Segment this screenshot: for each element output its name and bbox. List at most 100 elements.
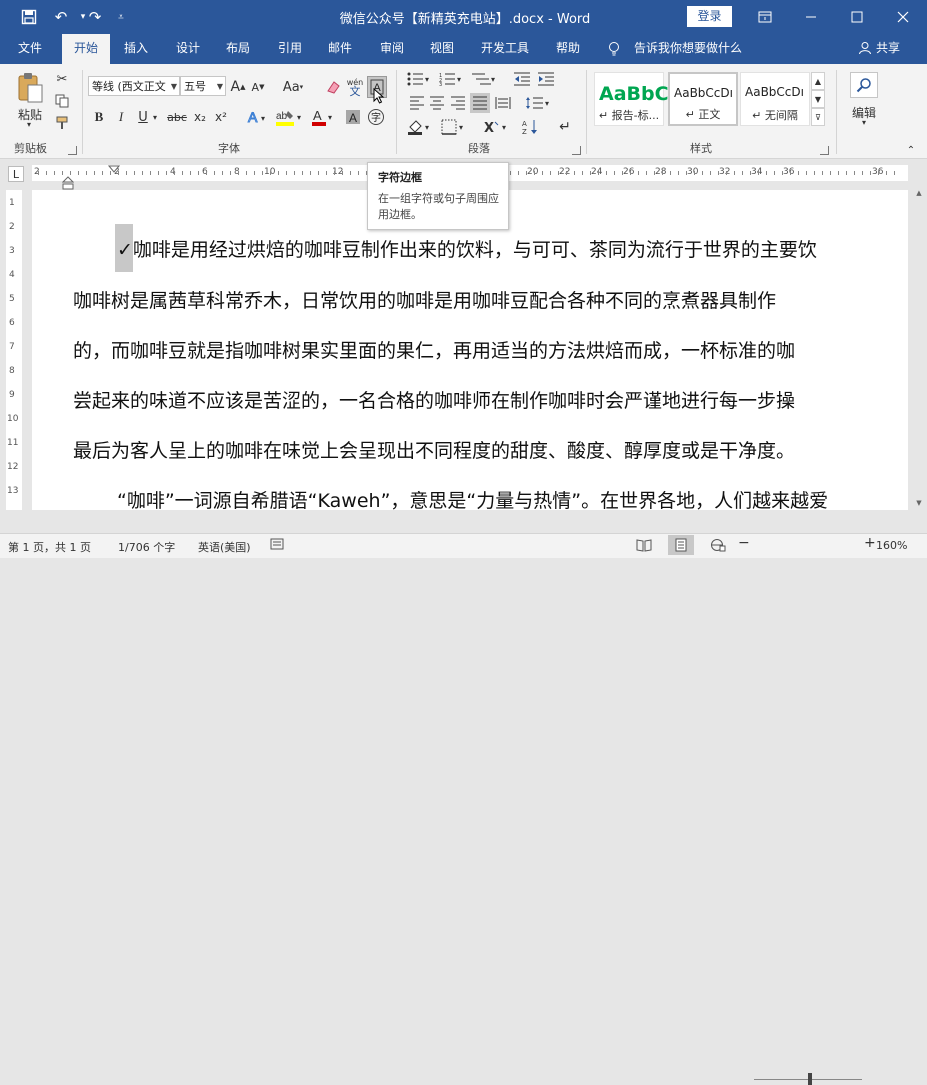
web-layout-icon[interactable] bbox=[710, 538, 726, 555]
tab-help[interactable]: 帮助 bbox=[546, 34, 590, 64]
language-indicator[interactable]: 英语(美国) bbox=[198, 539, 251, 555]
tab-references[interactable]: 引用 bbox=[268, 34, 312, 64]
ruler-tick bbox=[230, 171, 231, 175]
distributed-icon[interactable] bbox=[494, 94, 512, 112]
tab-design[interactable]: 设计 bbox=[166, 34, 210, 64]
page-count[interactable]: 第 1 页，共 1 页 bbox=[8, 539, 91, 555]
italic-button[interactable]: I bbox=[114, 108, 128, 126]
cut-icon[interactable]: ✂ bbox=[53, 70, 71, 88]
justify-icon[interactable] bbox=[470, 93, 490, 113]
styles-launcher-icon[interactable] bbox=[820, 146, 829, 155]
document-page[interactable]: ✓咖啡是用经过烘焙的咖啡豆制作出来的饮料，与可可、茶同为流行于世界的主要饮 咖啡… bbox=[32, 190, 908, 510]
paste-dropdown-icon[interactable]: ▾ bbox=[24, 120, 34, 129]
borders-icon[interactable]: ▾ bbox=[440, 118, 468, 136]
macro-recording-icon[interactable] bbox=[270, 538, 284, 553]
align-center-icon[interactable] bbox=[428, 94, 446, 112]
change-case-button[interactable]: Aa ▾ bbox=[280, 78, 306, 96]
clipboard-launcher-icon[interactable] bbox=[68, 146, 77, 155]
scroll-down-icon[interactable]: ▼ bbox=[914, 498, 924, 508]
read-mode-icon[interactable] bbox=[636, 538, 652, 555]
increase-indent-icon[interactable] bbox=[536, 70, 556, 88]
numbering-icon[interactable]: 1 2 3 ▾ bbox=[438, 70, 464, 88]
align-right-icon[interactable] bbox=[449, 94, 467, 112]
tab-layout[interactable]: 布局 bbox=[216, 34, 260, 64]
tab-home[interactable]: 开始 bbox=[62, 34, 110, 64]
zoom-slider-thumb[interactable] bbox=[808, 1073, 812, 1085]
ribbon-tabs: 文件 开始 插入 设计 布局 引用 邮件 审阅 视图 开发工具 帮助 告诉我你想… bbox=[0, 34, 927, 64]
close-icon[interactable] bbox=[880, 0, 926, 34]
align-left-icon[interactable] bbox=[408, 94, 426, 112]
login-button[interactable]: 登录 bbox=[687, 6, 732, 27]
superscript-button[interactable]: x² bbox=[212, 108, 230, 126]
paste-icon[interactable] bbox=[12, 70, 48, 106]
tab-file[interactable]: 文件 bbox=[8, 34, 52, 64]
save-icon[interactable] bbox=[16, 6, 42, 28]
zoom-out-icon[interactable]: − bbox=[738, 535, 750, 551]
tab-mailings[interactable]: 邮件 bbox=[318, 34, 362, 64]
shrink-font-button[interactable]: A ▼ bbox=[250, 78, 266, 96]
font-name-combo[interactable]: 等线 (西文正文 ▼ bbox=[88, 76, 180, 96]
paragraph-shading-icon[interactable]: ▾ bbox=[406, 118, 434, 136]
minimize-icon[interactable] bbox=[788, 0, 834, 34]
character-shading-icon[interactable]: A bbox=[344, 108, 362, 126]
sort-icon[interactable]: AZ bbox=[520, 118, 542, 136]
phonetic-guide-button[interactable]: wén 文 bbox=[346, 76, 364, 98]
multilevel-list-icon[interactable]: ▾ bbox=[470, 70, 498, 88]
subscript-button[interactable]: x₂ bbox=[191, 108, 209, 126]
text-effects-icon[interactable]: A ▾ bbox=[244, 108, 270, 126]
print-layout-icon[interactable] bbox=[668, 535, 694, 555]
ribbon-display-options-icon[interactable] bbox=[742, 0, 788, 34]
redo-icon[interactable]: ↷ bbox=[82, 6, 108, 28]
styles-more-icon[interactable]: ⊽ bbox=[811, 108, 825, 126]
underline-button[interactable]: U bbox=[136, 108, 150, 126]
bullets-icon[interactable]: ▾ bbox=[406, 70, 432, 88]
grow-font-button[interactable]: A ▲ bbox=[230, 78, 246, 96]
vertical-ruler[interactable]: 1 2 3 4 5 6 7 8 9 10 11 12 13 bbox=[6, 190, 22, 510]
maximize-icon[interactable] bbox=[834, 0, 880, 34]
asian-layout-icon[interactable]: X ▾ bbox=[482, 118, 512, 136]
customize-qat-icon[interactable]: ⩡ bbox=[108, 6, 134, 28]
tab-insert[interactable]: 插入 bbox=[114, 34, 158, 64]
find-search-icon[interactable] bbox=[850, 72, 878, 98]
bold-button[interactable]: B bbox=[92, 108, 106, 126]
tab-view[interactable]: 视图 bbox=[420, 34, 464, 64]
copy-icon[interactable] bbox=[53, 92, 71, 110]
vertical-scrollbar[interactable]: ▲ ▼ bbox=[910, 186, 927, 512]
collapse-ribbon-icon[interactable]: ⌃ bbox=[904, 144, 918, 156]
tab-selector-icon[interactable]: L bbox=[8, 166, 24, 182]
style-normal[interactable]: AaBbCcDı ↵ 正文 bbox=[668, 72, 738, 126]
tab-review[interactable]: 审阅 bbox=[370, 34, 414, 64]
tell-me-search[interactable]: 告诉我你想要做什么 bbox=[634, 34, 754, 64]
paragraph-line-5[interactable]: 最后为客人呈上的咖啡在味觉上会呈现出不同程度的甜度、酸度、醇厚度或是干净度。 bbox=[73, 436, 795, 463]
zoom-level[interactable]: 160% bbox=[876, 539, 907, 552]
zoom-in-icon[interactable]: + bbox=[864, 535, 876, 551]
show-marks-icon[interactable]: ↵ bbox=[556, 118, 574, 136]
paragraph-line-2[interactable]: 咖啡树是属茜草科常乔木，日常饮用的咖啡是用咖啡豆配合各种不同的烹煮器具制作 bbox=[73, 286, 776, 313]
styles-scroll-up-icon[interactable]: ▲ bbox=[811, 72, 825, 90]
editing-dropdown-icon[interactable]: ▾ bbox=[858, 118, 870, 127]
style-heading[interactable]: AaBbC ↵ 报告-标... bbox=[594, 72, 669, 126]
clear-formatting-icon[interactable] bbox=[324, 78, 342, 96]
strikethrough-button[interactable]: abc bbox=[166, 108, 188, 126]
font-size-value: 五号 bbox=[184, 80, 206, 93]
paragraph-line-6[interactable]: “咖啡”一词源自希腊语“Kaweh”，意思是“力量与热情”。在世界各地，人们越来… bbox=[117, 486, 828, 510]
share-button[interactable]: 共享 bbox=[876, 34, 906, 64]
paragraph-launcher-icon[interactable] bbox=[572, 146, 581, 155]
scroll-up-icon[interactable]: ▲ bbox=[914, 188, 924, 198]
font-color-icon[interactable]: A ▾ bbox=[310, 108, 336, 126]
tab-developer[interactable]: 开发工具 bbox=[474, 34, 536, 64]
word-count[interactable]: 1/706 个字 bbox=[118, 539, 175, 555]
paragraph-line-1[interactable]: ✓咖啡是用经过烘焙的咖啡豆制作出来的饮料，与可可、茶同为流行于世界的主要饮 bbox=[117, 235, 817, 262]
highlight-color-icon[interactable]: ab ▾ bbox=[274, 108, 306, 126]
styles-scroll-down-icon[interactable]: ▼ bbox=[811, 90, 825, 108]
first-line-indent-marker-icon[interactable] bbox=[107, 162, 121, 176]
paragraph-line-3[interactable]: 的，而咖啡豆就是指咖啡树果实里面的果仁，再用适当的方法烘焙而成，一杯标准的咖 bbox=[73, 336, 795, 363]
paragraph-line-4[interactable]: 尝起来的味道不应该是苦涩的，一名合格的咖啡师在制作咖啡时会严谨地进行每一步操 bbox=[73, 386, 795, 413]
enclose-characters-icon[interactable]: 字 bbox=[366, 108, 386, 126]
format-painter-icon[interactable] bbox=[53, 114, 71, 132]
decrease-indent-icon[interactable] bbox=[512, 70, 532, 88]
underline-dropdown-icon[interactable]: ▾ bbox=[150, 108, 160, 126]
font-size-combo[interactable]: 五号 ▼ bbox=[180, 76, 226, 96]
line-spacing-icon[interactable]: ▾ bbox=[524, 94, 552, 112]
style-no-spacing[interactable]: AaBbCcDı ↵ 无间隔 bbox=[740, 72, 810, 126]
